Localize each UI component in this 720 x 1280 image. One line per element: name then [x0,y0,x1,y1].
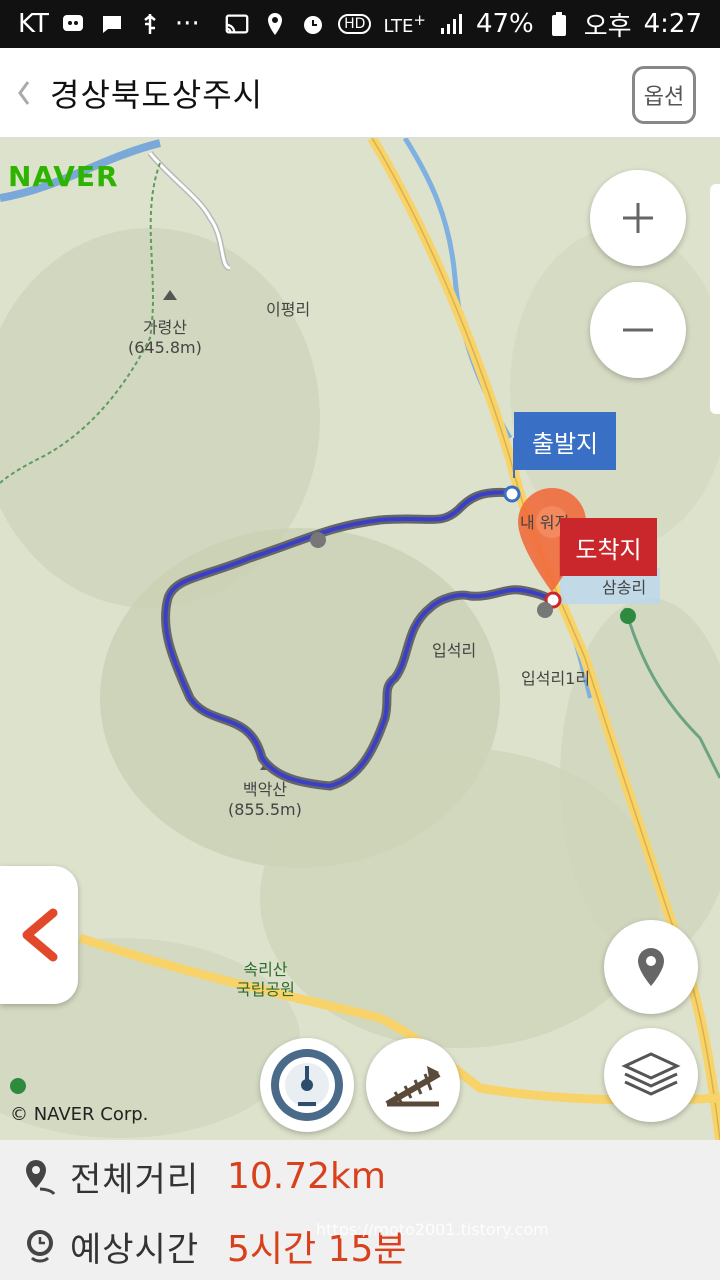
park-name-line2: 국립공원 [236,980,295,999]
hd-voice-badge: HD [338,14,372,34]
minus-icon [623,328,653,332]
mountain-label-baegak: 백악산 (855.5m) [228,780,302,820]
park-label-songnisan: 속리산 국립공원 [236,960,295,1000]
app-bar: 경상북도상주시 옵션 [0,48,720,138]
map-copyright: © NAVER Corp. [10,1104,149,1125]
time-label: 예상시간 [70,1229,200,1270]
messenger-icon [61,11,87,37]
map-view[interactable]: NAVER 이평리 가령산 (645.8m) 백악산 (855.5m) 입석리 … [0,138,720,1140]
speedometer-icon [271,1049,343,1121]
place-label-samsong: 삼송리 [602,578,647,597]
start-flag[interactable]: 출발지 [514,412,616,470]
zoom-out-button[interactable] [590,282,686,378]
distance-label: 전체거리 [70,1160,200,1200]
battery-icon [546,11,572,37]
battery-percent: 47% [475,9,534,39]
location-pin-icon [638,948,664,986]
park-name-line1: 속리산 [243,960,288,979]
signal-icon [438,11,464,37]
status-bar: KT ··· HD LTE+ 47% 오후 4:27 [0,0,720,48]
mountain-name: 백악산 [242,780,288,799]
distance-value: 10.72km [227,1156,386,1197]
alarm-icon [300,11,326,37]
map-layers-button[interactable] [604,1028,698,1122]
route-pin-icon [20,1157,60,1197]
speedometer-button[interactable] [260,1038,354,1132]
naver-logo: NAVER [8,160,119,193]
mountain-label-garyeong: 가령산 (645.8m) [128,318,202,358]
distance-row: 전체거리 10.72km [20,1152,386,1201]
panel-edge-handle[interactable] [710,184,720,414]
chat-icon [99,11,125,37]
elevation-profile-button[interactable] [366,1038,460,1132]
carrier-label: KT [18,9,49,39]
back-button[interactable] [2,48,46,138]
location-icon [262,11,288,37]
clock: 4:27 [643,9,702,39]
route-summary-panel: 전체거리 10.72km 예상시간 5시간 15분 https://moto20… [0,1140,720,1280]
place-label-ipyeong: 이평리 [266,300,311,319]
side-panel-toggle[interactable] [0,866,78,1004]
page-title: 경상북도상주시 [50,75,264,114]
place-label-ipseok: 입석리 [432,641,477,660]
watermark: https://moto2001.tistory.com [316,1220,549,1239]
cast-icon [224,11,250,37]
options-button[interactable]: 옵션 [632,66,696,124]
my-location-button[interactable] [604,920,698,1014]
mountain-height: (645.8m) [128,338,202,357]
place-label-ipseok1: 입석리1리 [521,669,591,688]
plus-icon [623,203,653,233]
usb-icon [137,11,163,37]
mountain-height: (855.5m) [228,800,302,819]
layers-icon [621,1052,681,1096]
end-flag[interactable]: 도착지 [560,518,657,576]
slope-icon [385,1066,441,1107]
start-point [503,485,521,503]
zoom-in-button[interactable] [590,170,686,266]
mountain-name: 가령산 [142,318,188,337]
network-type: LTE+ [383,11,426,37]
chevron-left-icon [18,80,30,105]
chevron-left-icon [22,908,58,962]
ampm-label: 오후 [583,11,632,42]
clock-pin-icon [20,1226,60,1266]
more-notifications: ··· [174,9,200,39]
